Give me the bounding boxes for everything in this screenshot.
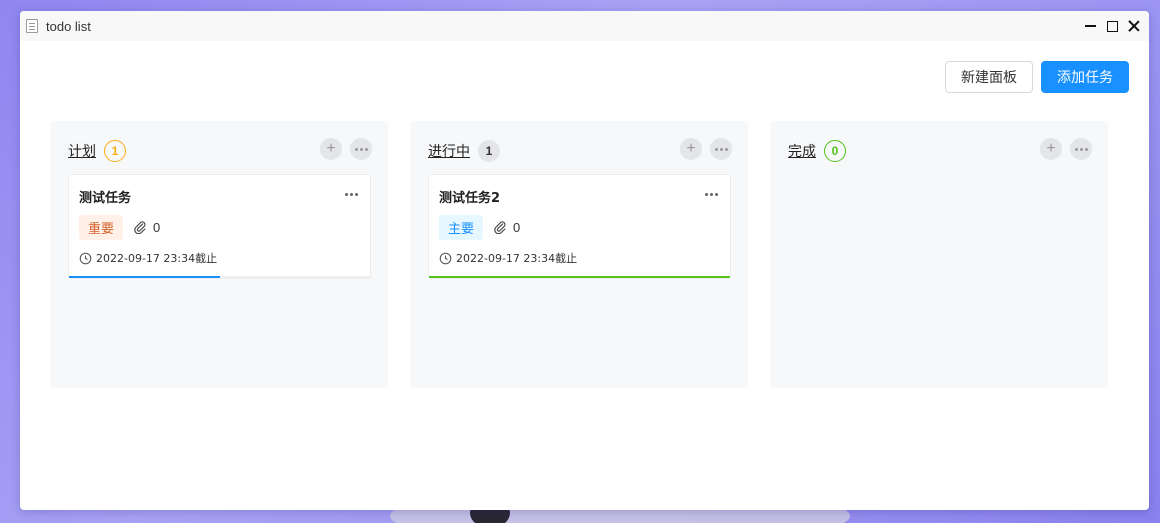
watermark: @稀土掘金技术社区 xyxy=(999,490,1144,509)
deadline-text: 2022-09-17 23:34截止 xyxy=(456,252,578,265)
progress-bar xyxy=(429,276,730,278)
clock-icon xyxy=(79,252,92,264)
paperclip-icon xyxy=(134,221,146,234)
card-meta: 主要 0 xyxy=(439,214,720,240)
column-title[interactable]: 完成 xyxy=(788,141,816,161)
app-window: todo list 新建面板 添加任务 计划 1 + 测试任务 重要 0 202… xyxy=(20,11,1149,510)
card-more-icon[interactable] xyxy=(345,193,358,196)
add-card-button[interactable]: + xyxy=(1040,138,1062,160)
column-actions: + xyxy=(680,138,732,160)
minimize-icon xyxy=(1084,25,1096,27)
plus-icon: + xyxy=(1046,140,1056,157)
close-icon xyxy=(1128,20,1140,32)
deadline-text: 2022-09-17 23:34截止 xyxy=(96,252,218,265)
maximize-button[interactable] xyxy=(1101,15,1123,37)
clock-icon xyxy=(439,252,452,264)
card-more-icon[interactable] xyxy=(705,193,718,196)
count-badge: 1 xyxy=(104,140,126,162)
title-bar[interactable]: todo list xyxy=(20,11,1149,41)
plus-icon: + xyxy=(326,140,336,157)
new-board-button[interactable]: 新建面板 xyxy=(945,61,1033,93)
column-more-button[interactable] xyxy=(710,138,732,160)
toolbar: 新建面板 添加任务 xyxy=(945,61,1129,93)
progress-bar xyxy=(69,276,370,278)
priority-tag: 重要 xyxy=(79,214,124,240)
more-icon xyxy=(714,147,728,151)
task-card[interactable]: 测试任务 重要 0 2022-09-17 23:34截止 xyxy=(68,174,371,279)
deadline: 2022-09-17 23:34截止 xyxy=(439,250,720,266)
task-title: 测试任务2 xyxy=(439,191,501,206)
column-more-button[interactable] xyxy=(1070,138,1092,160)
attachment-number: 0 xyxy=(513,219,521,235)
card-meta: 重要 0 xyxy=(79,214,360,240)
progress-fill xyxy=(429,276,730,278)
column-title[interactable]: 进行中 xyxy=(428,141,470,161)
attachment-number: 0 xyxy=(153,219,161,235)
column-in-progress: 进行中 1 + 测试任务2 主要 0 2022-09-17 23:34截止 xyxy=(410,121,748,388)
attachment-count: 0 xyxy=(493,220,520,235)
count-badge: 0 xyxy=(824,140,846,162)
attachment-count: 0 xyxy=(133,220,160,235)
window-title: todo list xyxy=(46,18,91,34)
add-card-button[interactable]: + xyxy=(320,138,342,160)
kanban-board: 计划 1 + 测试任务 重要 0 2022-09-17 23:34截止 进行中 … xyxy=(50,121,1108,388)
more-icon xyxy=(1074,147,1088,151)
maximize-icon xyxy=(1106,20,1118,32)
column-plan: 计划 1 + 测试任务 重要 0 2022-09-17 23:34截止 xyxy=(50,121,388,388)
column-more-button[interactable] xyxy=(350,138,372,160)
paperclip-icon xyxy=(494,221,506,234)
plus-icon: + xyxy=(686,140,696,157)
minimize-button[interactable] xyxy=(1079,15,1101,37)
document-icon xyxy=(26,19,38,33)
priority-tag: 主要 xyxy=(439,214,484,240)
progress-fill xyxy=(69,276,220,278)
window-controls xyxy=(1079,11,1145,41)
deadline: 2022-09-17 23:34截止 xyxy=(79,250,360,266)
column-actions: + xyxy=(320,138,372,160)
more-icon xyxy=(354,147,368,151)
count-badge: 1 xyxy=(478,140,500,162)
column-title[interactable]: 计划 xyxy=(68,141,96,161)
column-done: 完成 0 + xyxy=(770,121,1108,388)
close-button[interactable] xyxy=(1123,15,1145,37)
add-task-button[interactable]: 添加任务 xyxy=(1041,61,1129,93)
task-card[interactable]: 测试任务2 主要 0 2022-09-17 23:34截止 xyxy=(428,174,731,279)
column-actions: + xyxy=(1040,138,1092,160)
add-card-button[interactable]: + xyxy=(680,138,702,160)
task-title: 测试任务 xyxy=(79,191,132,206)
